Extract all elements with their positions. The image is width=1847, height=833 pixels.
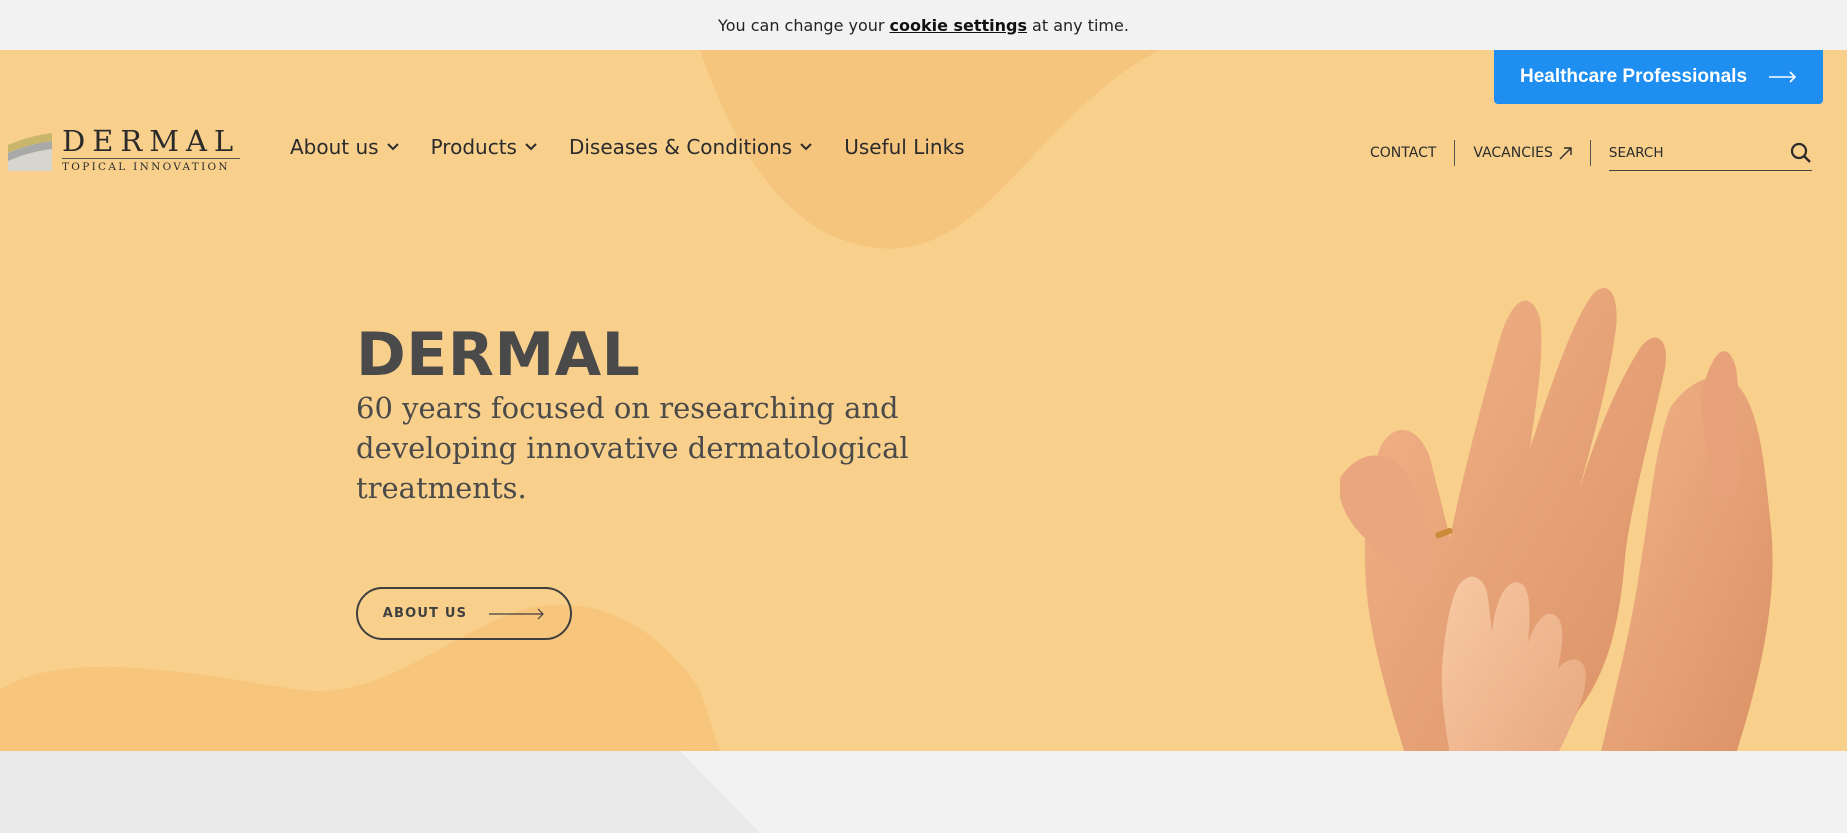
cookie-text-prefix: You can change your [718, 15, 885, 35]
chevron-down-icon [525, 143, 537, 151]
about-us-button[interactable]: ABOUT US [356, 587, 572, 640]
hero-text: DERMAL 60 years focused on researching a… [356, 322, 976, 508]
utility-divider [1589, 140, 1591, 166]
about-us-button-label: ABOUT US [382, 606, 468, 621]
contact-label: CONTACT [1370, 145, 1437, 161]
hcp-button-label: Healthcare Professionals [1519, 66, 1748, 87]
arrow-right-icon [1769, 71, 1797, 83]
nav-item-products[interactable]: Products [431, 135, 537, 159]
logo-tagline: TOPICAL INNOVATION [62, 158, 241, 173]
nav-item-useful-links[interactable]: Useful Links [844, 135, 964, 159]
hero-title: DERMAL [356, 320, 641, 390]
nav-item-label: Useful Links [844, 135, 965, 159]
nav-item-diseases-conditions[interactable]: Diseases & Conditions [569, 135, 812, 159]
dermal-logo[interactable]: DERMAL TOPICAL INNOVATION [8, 124, 241, 173]
arrow-right-icon [489, 608, 545, 619]
nav-item-about-us[interactable]: About us [290, 135, 399, 159]
nav-item-label: Products [430, 135, 517, 159]
contact-link[interactable]: CONTACT [1370, 145, 1436, 161]
cookie-bar: You can change your cookie settings at a… [0, 0, 1847, 50]
hero-subtitle: 60 years focused on researching and deve… [356, 391, 909, 505]
nav-item-label: About us [290, 135, 379, 159]
chevron-down-icon [386, 143, 399, 151]
nav-item-label: Diseases & Conditions [568, 135, 793, 159]
logo-wordmark: DERMAL [62, 124, 241, 158]
logo-text: DERMAL TOPICAL INNOVATION [62, 124, 241, 173]
search-icon[interactable] [1790, 142, 1812, 164]
lower-section-background [0, 751, 1847, 833]
cookie-text-suffix: at any time. [1032, 15, 1129, 35]
healthcare-professionals-button[interactable]: Healthcare Professionals [1494, 50, 1823, 104]
search-input[interactable] [1608, 144, 1769, 161]
hands-image [1340, 288, 1773, 751]
vacancies-link[interactable]: VACANCIES [1473, 145, 1572, 161]
hero-section: Healthcare Professionals DERMAL TOPICAL … [0, 50, 1847, 751]
chevron-down-icon [800, 143, 812, 151]
logo-mark-icon [8, 132, 52, 171]
main-nav: About us Products Diseases & Conditions … [290, 135, 965, 159]
utility-divider [1454, 140, 1456, 166]
vacancies-label: VACANCIES [1473, 145, 1553, 161]
external-link-icon [1559, 146, 1572, 159]
search-box [1608, 135, 1812, 171]
utility-nav: CONTACT VACANCIES [1370, 135, 1812, 171]
cookie-settings-link[interactable]: cookie settings [889, 16, 1027, 35]
